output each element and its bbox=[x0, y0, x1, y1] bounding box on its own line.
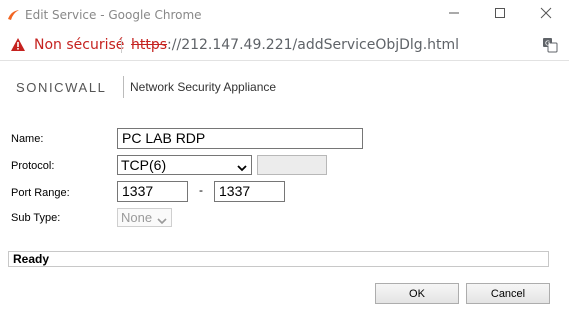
brand-divider bbox=[123, 76, 124, 98]
url-path: ://212.147.49.221/addServiceObjDlg.html bbox=[167, 37, 460, 53]
window-title: Edit Service - Google Chrome bbox=[25, 8, 202, 22]
url-scheme: https bbox=[131, 37, 168, 53]
minimize-button[interactable] bbox=[431, 0, 477, 30]
close-icon bbox=[540, 6, 552, 24]
cancel-button[interactable]: Cancel bbox=[466, 283, 550, 304]
translate-icon[interactable]: G bbox=[542, 37, 558, 58]
protocol-select[interactable]: TCP(6) bbox=[117, 155, 252, 175]
name-label: Name: bbox=[11, 133, 44, 145]
chevron-down-icon bbox=[237, 160, 247, 176]
subtype-label: Sub Type: bbox=[11, 212, 61, 224]
url-text[interactable]: https://212.147.49.221/addServiceObjDlg.… bbox=[131, 37, 459, 53]
subtype-value: None bbox=[121, 210, 153, 225]
address-separator bbox=[121, 39, 122, 53]
product-name: Network Security Appliance bbox=[130, 80, 277, 94]
protocol-value: TCP(6) bbox=[121, 157, 167, 173]
warning-icon[interactable] bbox=[10, 37, 26, 57]
status-bar: Ready bbox=[8, 251, 549, 267]
address-bar[interactable]: Non sécurisé https://212.147.49.221/addS… bbox=[0, 30, 569, 61]
maximize-icon bbox=[494, 6, 506, 24]
protocol-number-input bbox=[257, 155, 327, 175]
port-start-input[interactable]: 1337 bbox=[117, 181, 188, 202]
port-end-input[interactable]: 1337 bbox=[214, 181, 285, 202]
port-range-separator: - bbox=[199, 183, 203, 197]
close-button[interactable] bbox=[523, 0, 569, 30]
name-input[interactable]: PC LAB RDP bbox=[117, 128, 363, 149]
minimize-icon bbox=[448, 6, 460, 24]
svg-text:G: G bbox=[545, 40, 550, 48]
window-titlebar: Edit Service - Google Chrome bbox=[0, 0, 569, 30]
brand-logo: SONICWALL bbox=[16, 80, 107, 95]
ok-button[interactable]: OK bbox=[375, 283, 459, 304]
chevron-down-icon bbox=[157, 213, 167, 230]
port-range-label: Port Range: bbox=[11, 187, 70, 199]
sonicwall-logo-icon bbox=[6, 8, 20, 22]
protocol-label: Protocol: bbox=[11, 160, 55, 172]
maximize-button[interactable] bbox=[477, 0, 523, 30]
subtype-select: None bbox=[117, 208, 172, 227]
security-status[interactable]: Non sécurisé bbox=[34, 37, 124, 53]
